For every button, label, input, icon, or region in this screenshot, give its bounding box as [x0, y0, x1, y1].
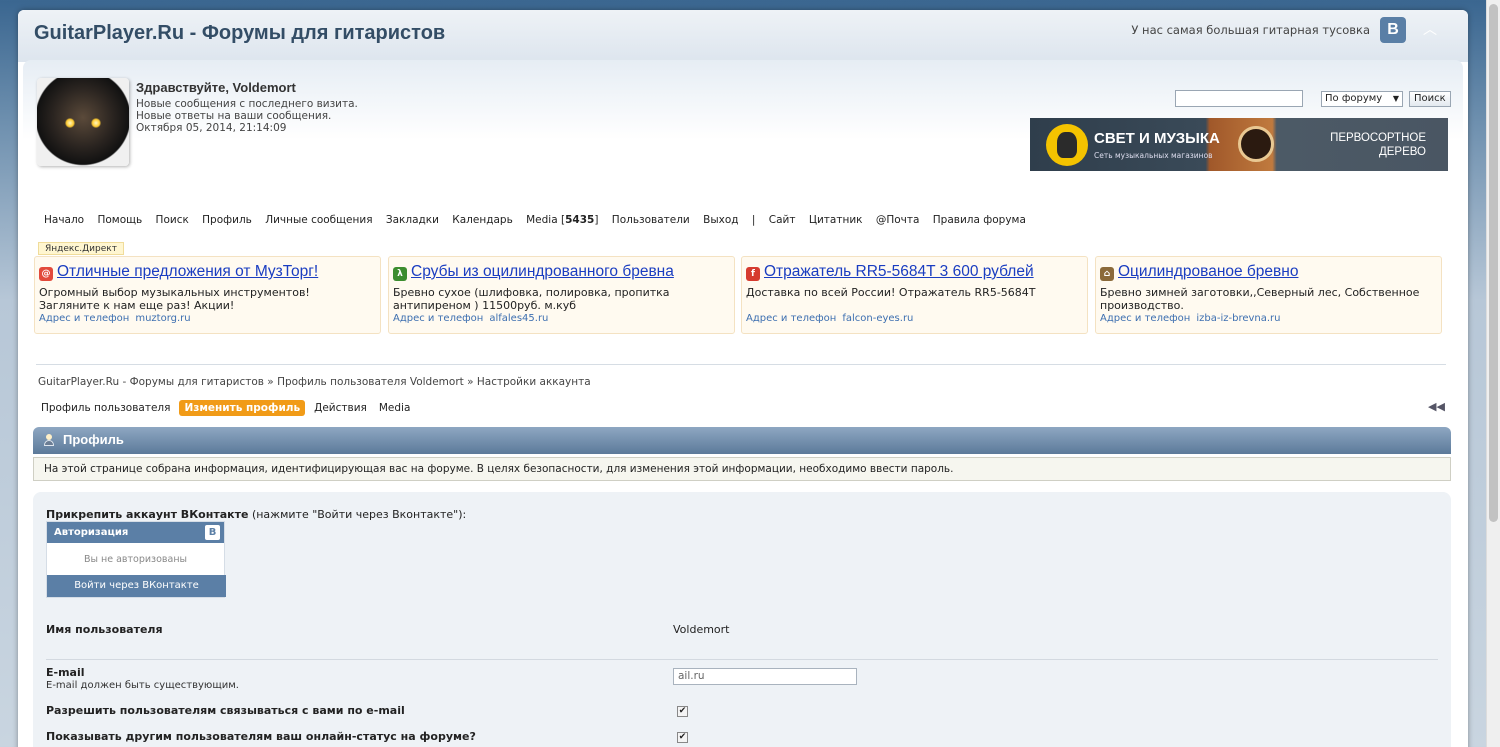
vk-icon[interactable]: B	[1380, 17, 1406, 43]
email-hint: E-mail должен быть существующим.	[46, 680, 239, 691]
info-box: На этой странице собрана информация, иде…	[33, 457, 1451, 481]
nav-home[interactable]: Начало	[44, 214, 84, 226]
user-greeting: Здравствуйте, Voldemort	[136, 80, 296, 95]
ad-block-3[interactable]: f Отражатель RR5-5684T 3 600 рублей Дост…	[741, 256, 1088, 334]
main-nav: Начало Помощь Поиск Профиль Личные сообщ…	[44, 214, 1036, 226]
profile-form: Прикрепить аккаунт ВКонтакте (нажмите "В…	[33, 492, 1451, 747]
user-area: Здравствуйте, Voldemort Новые сообщения …	[23, 60, 1463, 180]
nav-mail[interactable]: @Почта	[876, 214, 920, 226]
ad-text-3: Доставка по всей России! Отражатель RR5-…	[746, 286, 1036, 299]
ad-block-4[interactable]: ⌂ Оцилиндрованое бревно Бревно зимней за…	[1095, 256, 1442, 334]
username-label: Имя пользователя	[46, 623, 163, 636]
content-divider	[36, 364, 1446, 365]
nav-logout[interactable]: Выход	[703, 214, 738, 226]
site-title[interactable]: GuitarPlayer.Ru - Форумы для гитаристов	[34, 22, 445, 45]
nav-rules[interactable]: Правила форума	[933, 214, 1026, 226]
site-header: GuitarPlayer.Ru - Форумы для гитаристов …	[18, 10, 1468, 62]
vk-logo-icon: B	[205, 525, 220, 540]
ad-title-2[interactable]: Срубы из оцилиндрованного бревна	[411, 263, 674, 281]
nav-quotes[interactable]: Цитатник	[809, 214, 863, 226]
ad-text-1: Огромный выбор музыкальных инструментов!…	[39, 286, 310, 312]
allow-email-checkbox[interactable]: ✔	[677, 706, 688, 717]
search-button[interactable]: Поиск	[1409, 91, 1451, 107]
banner-copy-line2: ДЕРЕВО	[1378, 146, 1426, 158]
new-replies-link[interactable]: Новые ответы на ваши сообщения.	[136, 110, 331, 122]
allow-email-label: Разрешить пользователям связываться с ва…	[46, 704, 405, 717]
media-count: 5435	[565, 214, 595, 226]
nav-site[interactable]: Сайт	[769, 214, 796, 226]
headlight-left	[65, 118, 75, 128]
ad-title-4[interactable]: Оцилиндрованое бревно	[1118, 263, 1298, 281]
nav-bookmarks[interactable]: Закладки	[386, 214, 439, 226]
ad-contact-3[interactable]: Адрес и телефон falcon-eyes.ru	[746, 313, 919, 324]
nav-members[interactable]: Пользователи	[612, 214, 690, 226]
banner-brand: СВЕТ И МУЗЫКА	[1094, 130, 1220, 147]
ad-contact-2[interactable]: Адрес и телефон alfales45.ru	[393, 313, 554, 324]
yandex-direct-label[interactable]: Яндекс.Директ	[38, 242, 124, 255]
alfales-icon: λ	[393, 267, 407, 281]
scrollbar-thumb[interactable]	[1489, 4, 1498, 522]
house-icon: ⌂	[1100, 267, 1114, 281]
search-input[interactable]	[1175, 90, 1303, 107]
ad-title-3[interactable]: Отражатель RR5-5684T 3 600 рублей	[764, 263, 1034, 281]
banner-logo-icon	[1046, 124, 1088, 166]
tagline: У нас самая большая гитарная тусовка	[1131, 23, 1370, 37]
ad-block-1[interactable]: @ Отличные предложения от МузТорг! Огром…	[34, 256, 381, 334]
ad-text-2: Бревно сухое (шлифовка, полировка, пропи…	[393, 286, 670, 312]
vk-link-heading: Прикрепить аккаунт ВКонтакте (нажмите "В…	[46, 508, 467, 521]
ad-contact-4[interactable]: Адрес и телефон izba-iz-brevna.ru	[1100, 313, 1287, 324]
vk-auth-widget: Авторизация B Вы не авторизованы Войти ч…	[46, 521, 226, 598]
email-label: E-mail	[46, 666, 85, 679]
nav-help[interactable]: Помощь	[97, 214, 142, 226]
nav-separator: |	[751, 214, 756, 226]
tab-media[interactable]: Media	[376, 400, 414, 416]
rewind-icon[interactable]: ◀◀	[1428, 400, 1445, 413]
breadcrumb[interactable]: GuitarPlayer.Ru - Форумы для гитаристов …	[38, 376, 591, 388]
ad-title-1[interactable]: Отличные предложения от МузТорг!	[57, 263, 318, 281]
profile-section-header: Профиль	[33, 427, 1451, 454]
banner-subtitle: Сеть музыкальных магазинов	[1094, 151, 1213, 160]
ad-banner[interactable]: СВЕТ И МУЗЫКА Сеть музыкальных магазинов…	[1030, 118, 1448, 171]
search-scope-select[interactable]: По форуму ▼	[1321, 91, 1403, 107]
page-scrollbar[interactable]	[1486, 0, 1500, 747]
banner-copy-line1: ПЕРВОСОРТНОЕ	[1330, 132, 1426, 144]
vk-login-button[interactable]: Войти через ВКонтакте	[47, 575, 226, 597]
collapse-up-icon[interactable]: ︿	[1420, 20, 1440, 40]
falcon-eyes-icon: f	[746, 267, 760, 281]
ad-contact-1[interactable]: Адрес и телефон muztorg.ru	[39, 313, 197, 324]
nav-messages[interactable]: Личные сообщения	[265, 214, 372, 226]
avatar-headlights	[65, 118, 101, 128]
tab-edit-profile[interactable]: Изменить профиль	[179, 400, 306, 416]
user-icon	[43, 434, 55, 446]
headlight-right	[91, 118, 101, 128]
username-value: Voldemort	[673, 623, 730, 636]
dropdown-arrow-icon: ▼	[1392, 94, 1399, 103]
new-posts-link[interactable]: Новые сообщения с последнего визита.	[136, 98, 358, 110]
search-scope-value: По форуму	[1325, 93, 1383, 104]
show-online-checkbox[interactable]: ✔	[677, 732, 688, 743]
ad-text-4: Бревно зимней заготовки,,Северный лес, С…	[1100, 286, 1420, 312]
show-online-label: Показывать другим пользователям ваш онла…	[46, 730, 476, 743]
tab-user-profile[interactable]: Профиль пользователя	[38, 400, 173, 416]
nav-calendar[interactable]: Календарь	[452, 214, 512, 226]
guitar-image	[1238, 126, 1274, 162]
current-datetime: Октября 05, 2014, 21:14:09	[136, 122, 287, 134]
nav-search[interactable]: Поиск	[156, 214, 189, 226]
profile-tabs: Профиль пользователя Изменить профиль Де…	[38, 400, 413, 416]
vk-widget-header: Авторизация B	[47, 522, 224, 543]
muztorg-icon: @	[39, 267, 53, 281]
page-sheet: GuitarPlayer.Ru - Форумы для гитаристов …	[18, 10, 1468, 747]
email-field[interactable]: ail.ru	[673, 668, 857, 685]
section-title: Профиль	[63, 432, 124, 447]
nav-profile[interactable]: Профиль	[202, 214, 252, 226]
avatar	[37, 78, 129, 166]
nav-media[interactable]: Media [5435]	[526, 214, 598, 226]
vk-auth-status: Вы не авторизованы	[83, 554, 188, 565]
tab-actions[interactable]: Действия	[311, 400, 370, 416]
ad-block-2[interactable]: λ Срубы из оцилиндрованного бревна Бревн…	[388, 256, 735, 334]
row-divider	[46, 659, 1438, 660]
